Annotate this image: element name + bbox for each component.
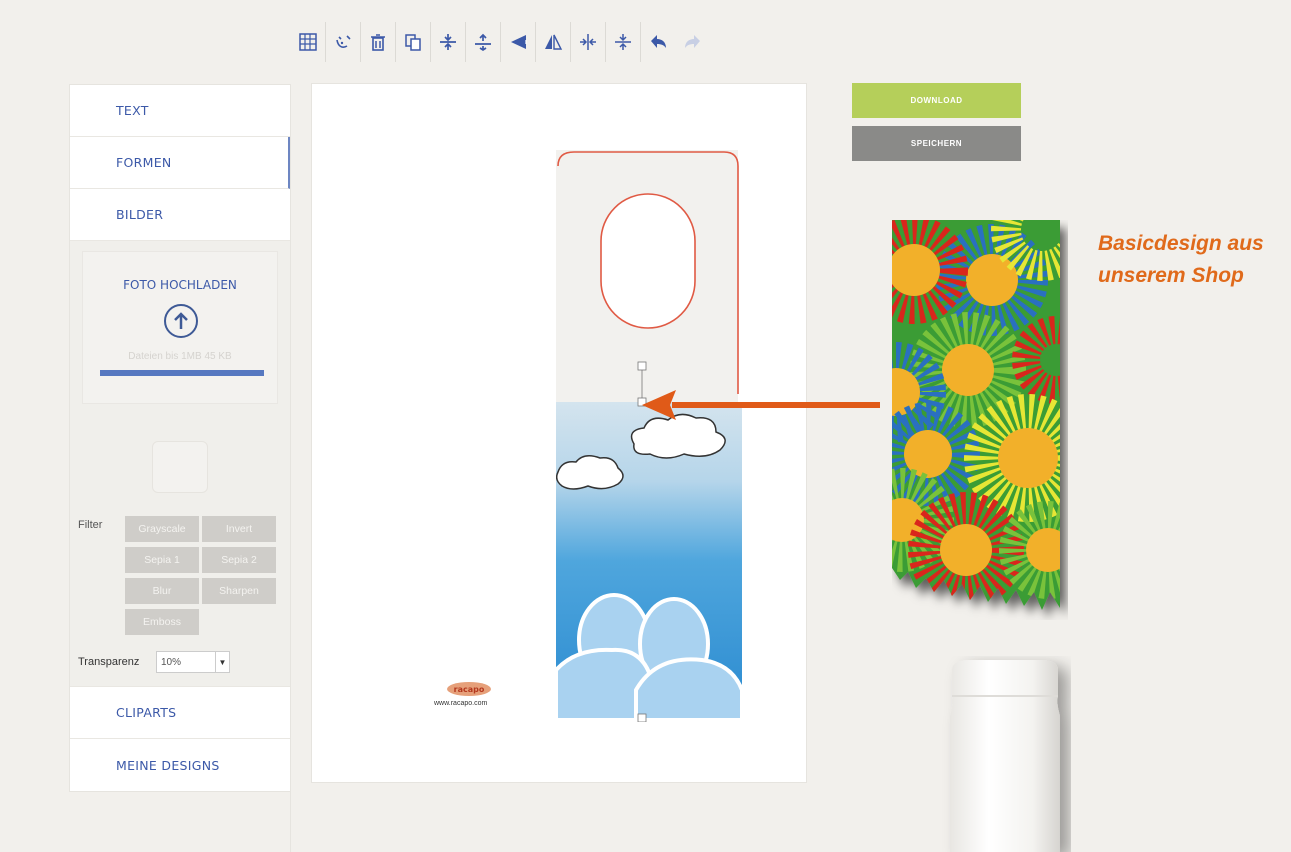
copy-icon[interactable]: [395, 22, 430, 62]
flip-horizontal-icon[interactable]: [500, 22, 535, 62]
filter-sepia2-button[interactable]: Sepia 2: [202, 547, 276, 573]
grid-icon[interactable]: [290, 22, 325, 62]
filter-grayscale-button[interactable]: Grayscale: [125, 516, 199, 542]
upload-progress-bar: [100, 370, 264, 376]
center-horizontal-icon[interactable]: [570, 22, 605, 62]
logo-url: www.racapo.com: [434, 700, 488, 707]
filter-blur-button[interactable]: Blur: [125, 578, 199, 604]
chevron-down-icon[interactable]: ▼: [215, 652, 229, 672]
bilder-panel: FOTO HOCHLADEN Dateien bis 1MB 45 KB Fil…: [70, 241, 290, 687]
transparency-label: Transparenz: [78, 656, 140, 668]
filter-label: Filter: [78, 519, 103, 531]
toolbar: [290, 22, 710, 62]
align-middle-icon[interactable]: [430, 22, 465, 62]
upload-box[interactable]: FOTO HOCHLADEN Dateien bis 1MB 45 KB: [82, 251, 278, 404]
undo-icon[interactable]: [640, 22, 675, 62]
sidebar-item-cliparts[interactable]: CLIPARTS: [70, 687, 290, 739]
image-thumbnail[interactable]: [152, 441, 208, 493]
upload-hint: Dateien bis 1MB 45 KB: [128, 351, 232, 362]
sidebar-item-meine-designs[interactable]: MEINE DESIGNS: [70, 739, 290, 791]
basic-design-preview: [892, 220, 1060, 610]
filter-sharpen-button[interactable]: Sharpen: [202, 578, 276, 604]
annotation-line-2: unserem Shop: [1098, 263, 1244, 287]
download-button[interactable]: DOWNLOAD: [852, 83, 1021, 118]
sidebar-item-formen[interactable]: FORMEN: [70, 137, 290, 189]
transparency-value: 10%: [161, 656, 182, 668]
align-center-icon[interactable]: [465, 22, 500, 62]
divider: [290, 792, 291, 852]
upload-arrow-icon[interactable]: [164, 304, 198, 338]
bottle-image: [950, 660, 1060, 852]
filter-invert-button[interactable]: Invert: [202, 516, 276, 542]
clear-icon[interactable]: [325, 22, 360, 62]
upload-title: FOTO HOCHLADEN: [123, 278, 237, 292]
door-hanger-design[interactable]: [556, 150, 742, 722]
filter-emboss-button[interactable]: Emboss: [125, 609, 199, 635]
sidebar-item-bilder[interactable]: BILDER: [70, 189, 290, 241]
save-button[interactable]: SPEICHERN: [852, 126, 1021, 161]
sidebar: TEXT FORMEN BILDER FOTO HOCHLADEN Dateie…: [69, 84, 291, 792]
logo-text: racapo: [454, 685, 485, 694]
trash-icon[interactable]: [360, 22, 395, 62]
annotation-text: Basicdesign aus unserem Shop: [1098, 228, 1288, 291]
annotation-arrow: [642, 390, 880, 420]
sidebar-item-text[interactable]: TEXT: [70, 85, 290, 137]
transparency-select[interactable]: 10% ▼: [156, 651, 230, 673]
annotation-line-1: Basicdesign aus: [1098, 232, 1264, 255]
center-vertical-icon[interactable]: [605, 22, 640, 62]
design-canvas[interactable]: racapo www.racapo.com: [311, 83, 807, 783]
flip-vertical-icon[interactable]: [535, 22, 570, 62]
filter-sepia1-button[interactable]: Sepia 1: [125, 547, 199, 573]
redo-icon[interactable]: [675, 22, 710, 62]
